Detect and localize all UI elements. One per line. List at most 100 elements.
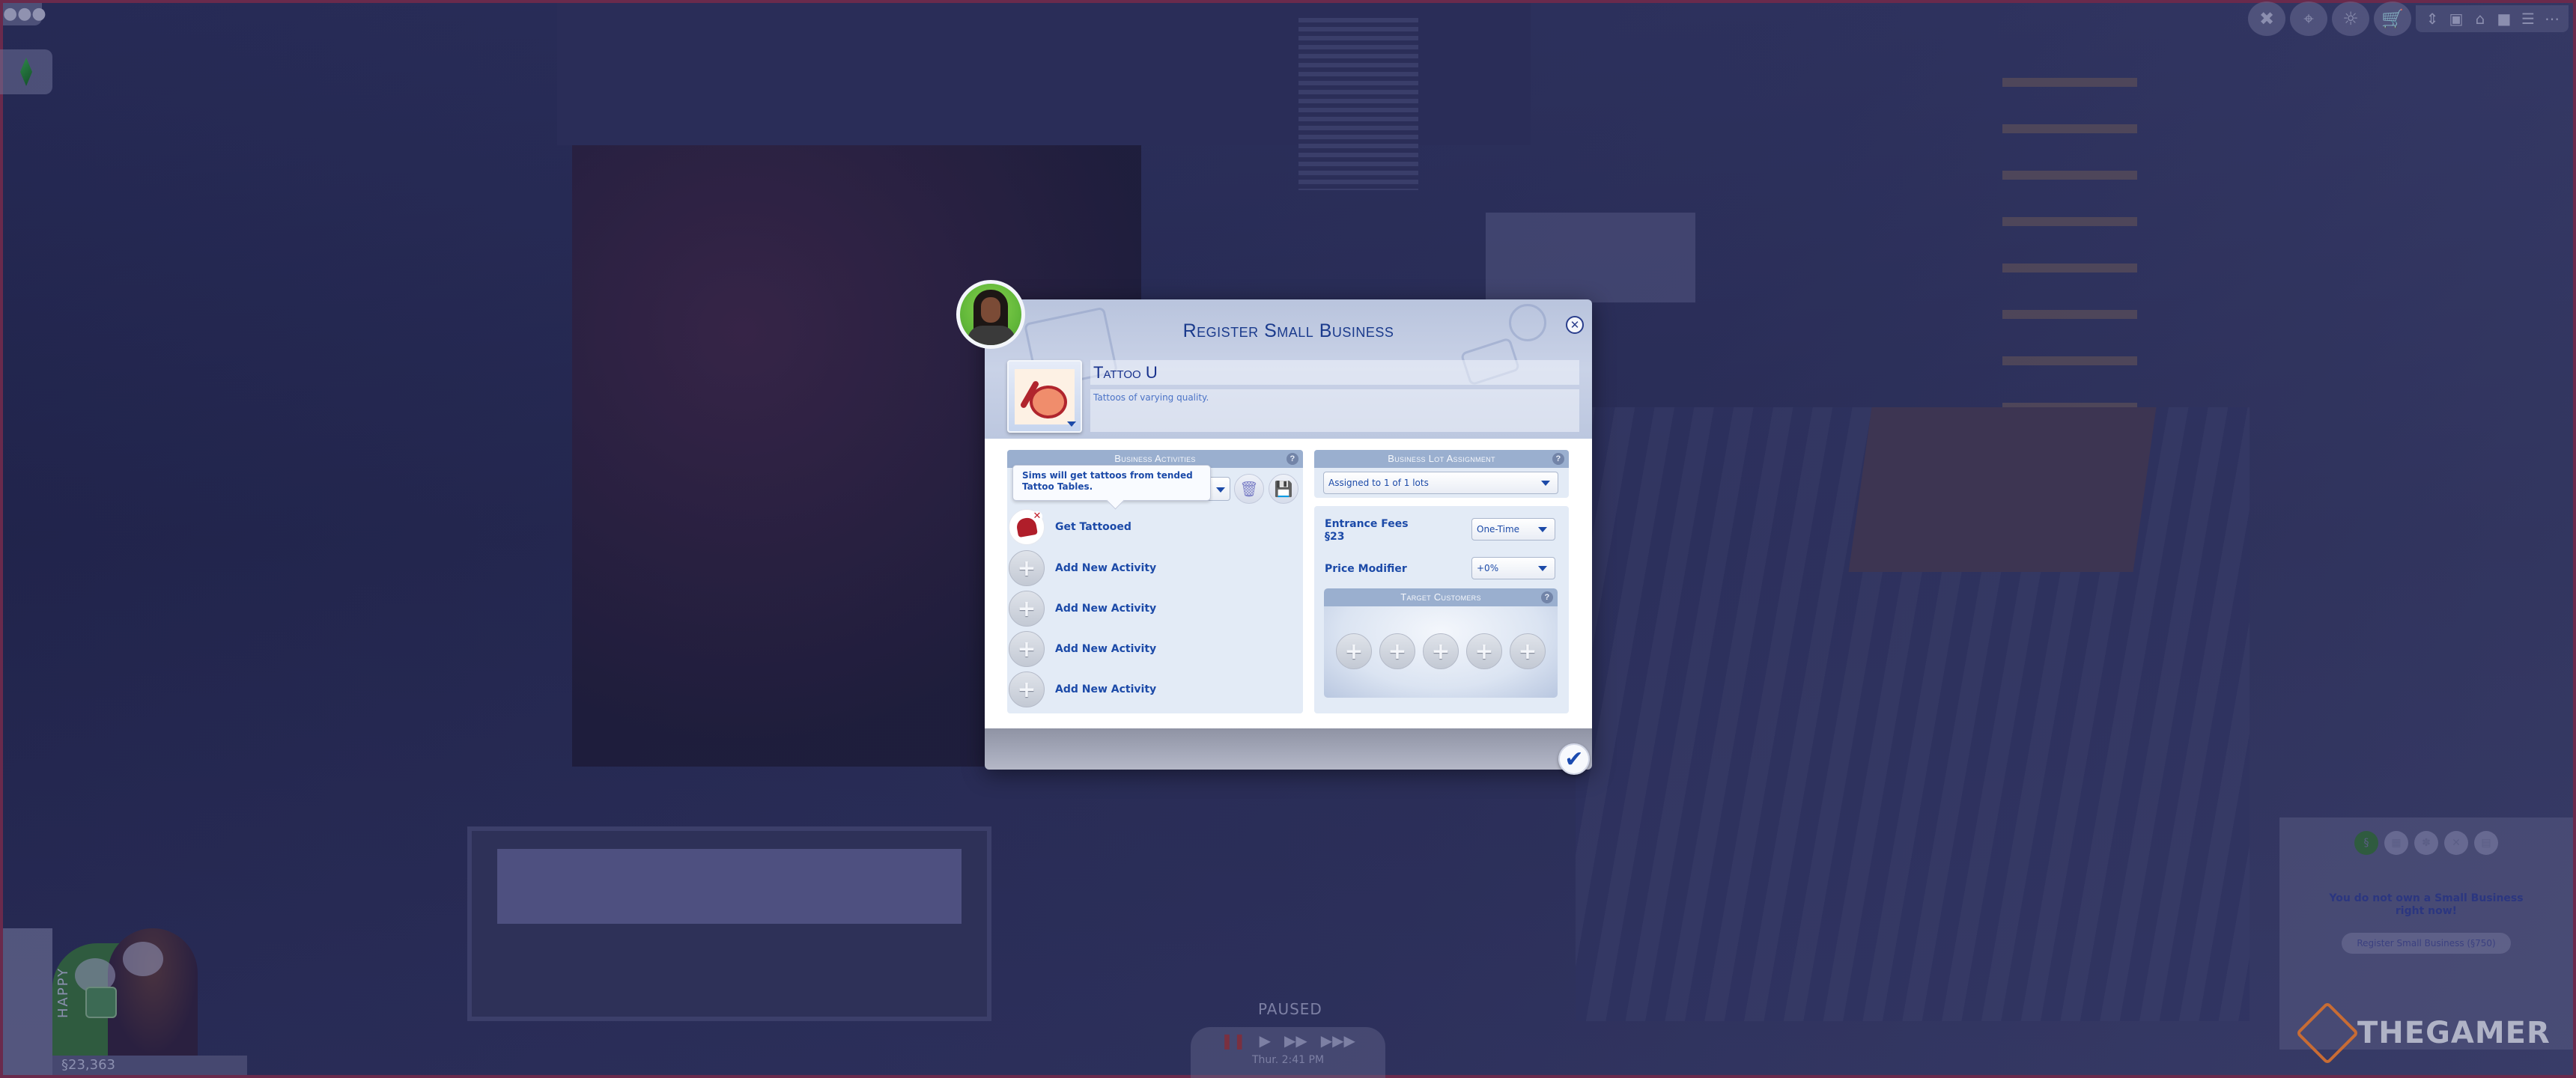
dialog-footer: ✔ [985, 728, 1592, 775]
camera-controls: ⇕ ▣ ⌂ ■ ☰ ⋯ [2416, 5, 2569, 32]
plus-icon: + [1009, 591, 1045, 627]
price-modifier-label: Price Modifier [1325, 563, 1407, 575]
home-icon[interactable]: ⌂ [2470, 8, 2491, 29]
watermark: THEGAMER [2295, 1001, 2551, 1065]
shop-sign [497, 849, 962, 924]
add-target-customer-button[interactable]: + [1336, 633, 1372, 669]
checkered-floor [1486, 213, 1695, 302]
heart-tattoo-icon: ✕ [1009, 509, 1045, 545]
add-activity-item[interactable]: + Add New Activity [1009, 549, 1156, 587]
top-right-toolbar: ✖ ⌖ ☼ 🛒 ⇕ ▣ ⌂ ■ ☰ ⋯ [2248, 1, 2569, 36]
help-icon[interactable]: ? [1552, 453, 1564, 465]
activity-label: Add New Activity [1055, 562, 1157, 574]
business-activities-panel: Business Activities ? 🗑 💾 Sims will get … [1007, 450, 1303, 713]
activity-label: Get Tattooed [1055, 521, 1131, 533]
entrance-fees-value: §23 [1325, 531, 1345, 543]
sim-avatar [956, 280, 1025, 349]
price-modifier-dropdown[interactable]: +0% [1471, 557, 1555, 579]
dropdown-arrow-icon [1067, 421, 1076, 427]
map-pin-icon[interactable]: ⌖ [2290, 1, 2327, 36]
dialog-title: Register Small Business [1182, 320, 1394, 341]
household-funds: §23,363 [52, 1056, 247, 1075]
dialog-header: Register Small Business ✕ Tattoo U Tatto… [985, 299, 1592, 439]
building-tab-icon[interactable]: ▦ [2384, 831, 2408, 855]
list-icon[interactable]: ☰ [2518, 8, 2539, 29]
business-description-input[interactable]: Tattoos of varying quality. [1090, 389, 1579, 432]
entrance-fee-type-dropdown[interactable]: One-Time [1471, 518, 1555, 540]
business-icon-picker[interactable] [1007, 360, 1082, 433]
add-target-customer-button[interactable]: + [1423, 633, 1459, 669]
lot-assignment-dropdown[interactable]: Assigned to 1 of 1 lots [1323, 472, 1558, 494]
no-business-message: You do not own a Small Business right no… [2329, 892, 2524, 917]
add-activity-item[interactable]: + Add New Activity [1009, 671, 1156, 708]
cube-icon[interactable]: ▣ [2446, 8, 2467, 29]
remove-activity-icon[interactable]: ✕ [1032, 511, 1042, 522]
game-clock: Thur. 2:41 PM [1251, 1054, 1325, 1066]
chevron-down-icon [1216, 487, 1225, 493]
help-icon[interactable]: ? [1541, 591, 1553, 603]
sim-panel-side [3, 928, 52, 1075]
add-activity-item[interactable]: + Add New Activity [1009, 630, 1156, 668]
target-customers-panel: Target Customers ? + + + + + [1324, 588, 1558, 698]
save-edit-icon: 💾 [1274, 480, 1293, 498]
business-lot-assignment-panel: Business Lot Assignment ? Assigned to 1 … [1314, 450, 1569, 498]
close-icon: ✕ [1570, 318, 1580, 332]
restaurant-tab-icon[interactable]: ✕ [2444, 831, 2468, 855]
plus-icon: + [1009, 631, 1045, 667]
watermark-text: THEGAMER [2357, 1016, 2551, 1050]
money-tab-icon[interactable]: § [2354, 831, 2378, 855]
fees-panel: Entrance Fees §23 One-Time Price Modifie… [1314, 506, 1569, 713]
activity-item[interactable]: ✕ Get Tattooed [1009, 508, 1131, 546]
trash-icon: 🗑 [1239, 480, 1259, 498]
sim-portrait-panel: HAPPY §23,363 [3, 928, 288, 1075]
speed-controls: ❚❚ ▶ ▶▶ ▶▶▶ Thur. 2:41 PM [1191, 1027, 1385, 1078]
target-customers-header: Target Customers ? [1324, 588, 1558, 606]
target-customer-slots: + + + + + [1324, 633, 1558, 669]
mood-label: HAPPY [55, 966, 71, 1018]
plumbob-icon [20, 58, 32, 86]
save-preset-button[interactable]: 💾 [1269, 474, 1298, 504]
business-name-input[interactable]: Tattoo U [1090, 360, 1579, 385]
add-target-customer-button[interactable]: + [1510, 633, 1546, 669]
register-small-business-button[interactable]: Register Small Business (§750) [2342, 933, 2511, 954]
plumbob-button[interactable] [0, 49, 52, 94]
more-icon[interactable]: ⋯ [2542, 8, 2563, 29]
play-button[interactable]: ▶ [1260, 1032, 1271, 1050]
add-target-customer-button[interactable]: + [1466, 633, 1502, 669]
window-blinds [1298, 18, 1418, 190]
activity-label: Add New Activity [1055, 603, 1157, 615]
lightbulb-icon[interactable]: ☼ [2332, 1, 2369, 36]
plus-icon: + [1009, 672, 1045, 707]
balloons-icon[interactable]: ●●● [3, 3, 46, 25]
pause-button[interactable]: ❚❚ [1221, 1032, 1246, 1050]
thought-bubble-icon [123, 942, 163, 976]
build-tools-icon[interactable]: ✖ [2248, 1, 2285, 36]
chevron-down-icon [1541, 481, 1550, 486]
activity-label: Add New Activity [1055, 643, 1157, 655]
paused-label: PAUSED [1258, 1000, 1322, 1018]
activity-tooltip: Sims will get tattoos from tended Tattoo… [1012, 465, 1211, 501]
lot-assignment-header: Business Lot Assignment ? [1314, 450, 1569, 468]
confirm-button[interactable]: ✔ [1558, 743, 1590, 775]
close-button[interactable]: ✕ [1566, 316, 1584, 334]
retail-tab-icon[interactable]: ▤ [2474, 831, 2498, 855]
shopping-cart-icon[interactable]: 🛒 [2374, 1, 2411, 36]
chevron-down-icon [1538, 527, 1547, 532]
thegamer-logo-icon [2295, 1001, 2360, 1065]
camera-icon[interactable]: ■ [2494, 8, 2515, 29]
activity-label: Add New Activity [1055, 683, 1157, 695]
plus-icon: + [1009, 550, 1045, 586]
delete-button[interactable]: 🗑 [1234, 474, 1264, 504]
chevron-down-icon [1538, 566, 1547, 571]
ultra-speed-button[interactable]: ▶▶▶ [1321, 1032, 1355, 1050]
paw-tab-icon[interactable]: ✽ [2414, 831, 2438, 855]
moodlet-icon[interactable] [85, 987, 117, 1018]
add-target-customer-button[interactable]: + [1379, 633, 1415, 669]
help-icon[interactable]: ? [1287, 453, 1298, 465]
checkmark-icon: ✔ [1564, 746, 1584, 773]
camera-up-down-icon[interactable]: ⇕ [2422, 8, 2443, 29]
entrance-fees-label: Entrance Fees [1325, 518, 1409, 530]
fast-forward-button[interactable]: ▶▶ [1284, 1032, 1307, 1050]
register-small-business-dialog: Register Small Business ✕ Tattoo U Tatto… [956, 280, 1592, 775]
add-activity-item[interactable]: + Add New Activity [1009, 590, 1156, 627]
